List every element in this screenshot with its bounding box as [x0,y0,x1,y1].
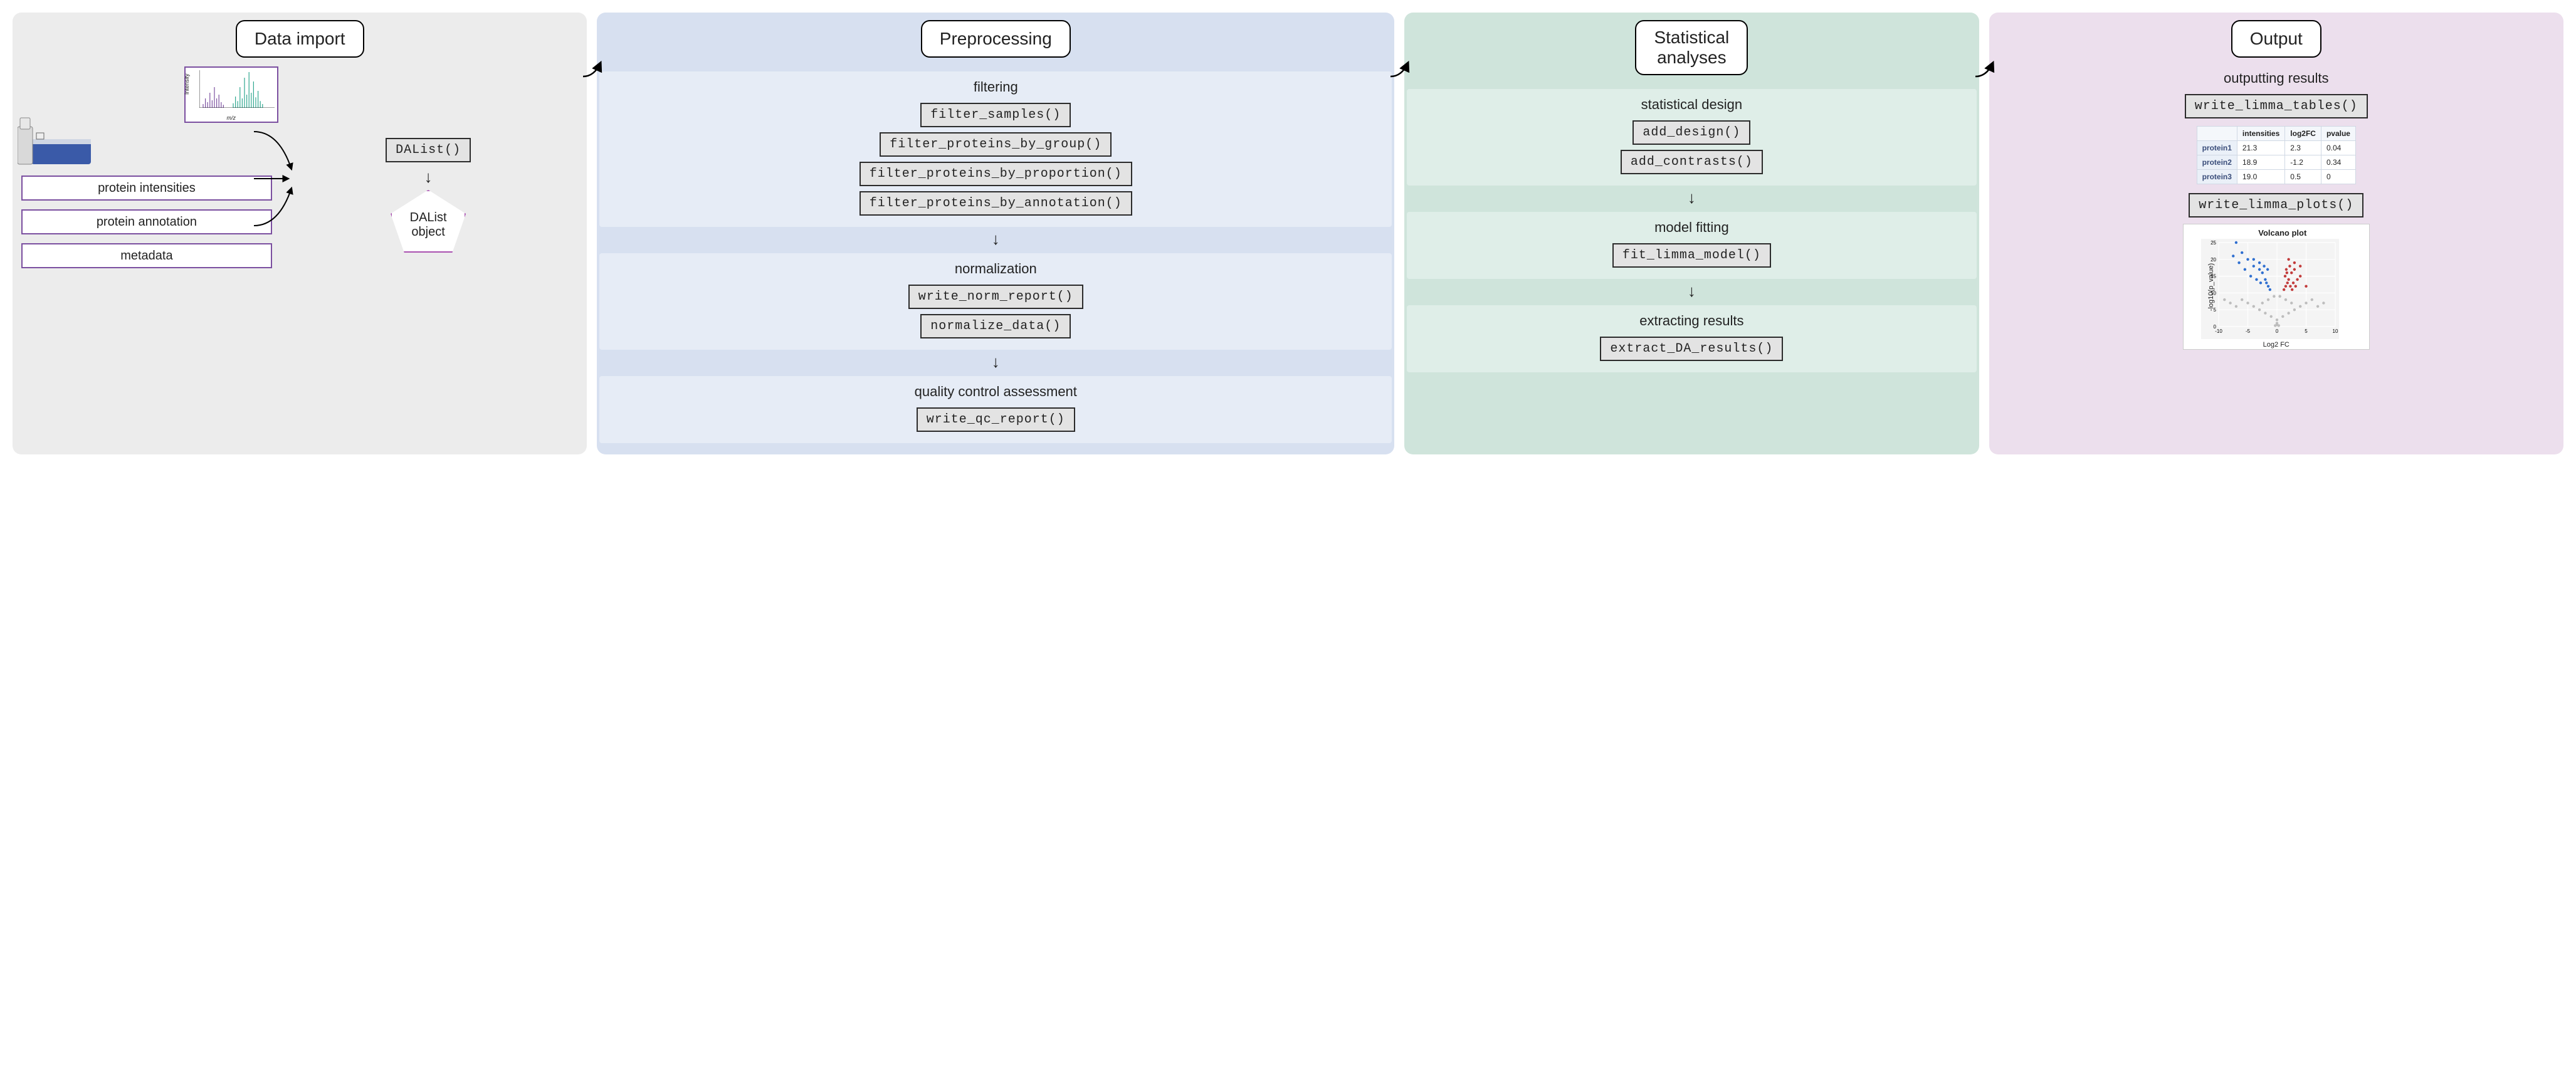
label-extract: extracting results [1413,313,1970,329]
merge-arrows [254,125,304,238]
arrow-icon: ↓ [424,169,433,185]
section-filtering: filtering filter_samples() filter_protei… [599,71,1392,227]
svg-text:-10: -10 [2215,328,2222,334]
arrow-icon: ↓ [992,354,1000,370]
dalist-object: DAList object [391,190,466,253]
table-header-row: intensities log2FC pvalue [2197,127,2355,141]
volcano-plot: Volcano plot -log10(p_value) 0510152025-… [2183,224,2370,350]
col-data-import: Data import Intensity m/z [13,13,587,454]
import-left: Intensity m/z [21,66,272,268]
volcano-xlabel: Log2 FC [2184,341,2369,348]
box-protein-intensities: protein intensities [21,176,272,201]
title-stats: Statistical analyses [1635,20,1748,75]
import-right: DAList() ↓ DAList object [278,66,579,253]
results-table: intensities log2FC pvalue protein121.32.… [2197,126,2356,184]
fn-normalize-data: normalize_data() [920,314,1071,338]
section-fitting: model fitting fit_limma_model() [1407,212,1976,279]
workflow-diagram: Data import Intensity m/z [13,13,2563,454]
fn-add-contrasts: add_contrasts() [1621,150,1763,174]
table-row: protein319.00.50 [2197,170,2355,184]
spectrum-ylabel: Intensity [184,73,190,95]
mass-spectrum-thumbnail: Intensity m/z [184,66,278,123]
col-preprocessing: Preprocessing filtering filter_samples()… [597,13,1394,454]
box-metadata: metadata [21,243,272,268]
fn-filter-proteins-group: filter_proteins_by_group() [880,132,1112,157]
col-stats: Statistical analyses statistical design … [1404,13,1979,454]
arrow-icon: ↓ [992,231,1000,247]
label-normalization: normalization [606,261,1385,277]
arrow-icon: ↓ [1688,189,1696,206]
connector-arrow-icon [1391,56,1413,81]
connector-arrow-icon [1975,56,1998,81]
svg-text:5: 5 [2305,328,2308,334]
title-preproc: Preprocessing [921,20,1071,58]
fn-filter-proteins-prop: filter_proteins_by_proportion() [860,162,1132,186]
spectrum-svg [199,70,275,108]
section-qc: quality control assessment write_qc_repo… [599,376,1392,443]
arrow-icon: ↓ [1688,283,1696,299]
svg-text:0: 0 [2276,328,2279,334]
fn-write-qc-report: write_qc_report() [917,407,1075,432]
th-blank [2197,127,2237,141]
volcano-title: Volcano plot [2201,228,2364,238]
th-intensities: intensities [2237,127,2284,141]
fn-fit-limma-model: fit_limma_model() [1612,243,1771,268]
th-log2fc: log2FC [2285,127,2321,141]
fn-write-limma-tables: write_limma_tables() [2185,94,2368,118]
fn-filter-proteins-annot: filter_proteins_by_annotation() [860,191,1132,216]
box-protein-annotation: protein annotation [21,209,272,234]
fn-write-limma-plots: write_limma_plots() [2189,193,2363,217]
title-import: Data import [236,20,364,58]
col-output: Output outputting results write_limma_ta… [1989,13,2563,454]
volcano-ylabel: -log10(p_value) [2207,263,2215,310]
svg-text:-5: -5 [2246,328,2251,334]
table-row: protein121.32.30.04 [2197,141,2355,155]
fn-filter-samples: filter_samples() [920,103,1071,127]
fn-dalist: DAList() [386,138,471,162]
connector-arrow-icon [583,56,606,81]
th-pvalue: pvalue [2321,127,2355,141]
label-design: statistical design [1413,97,1970,113]
fn-write-norm-report: write_norm_report() [908,285,1083,309]
section-extract: extracting results extract_DA_results() [1407,305,1976,372]
label-filtering: filtering [606,79,1385,95]
section-normalization: normalization write_norm_report() normal… [599,253,1392,350]
svg-text:10: 10 [2332,328,2338,334]
svg-text:25: 25 [2211,240,2216,246]
table-row: protein218.9-1.20.34 [2197,155,2355,170]
fn-add-design: add_design() [1632,120,1750,145]
instrument-graphic: Intensity m/z [21,66,272,167]
label-output: outputting results [2224,70,2329,86]
title-output: Output [2231,20,2321,58]
mass-spec-instrument-icon [18,114,93,170]
svg-text:20: 20 [2211,257,2216,263]
section-design: statistical design add_design() add_cont… [1407,89,1976,186]
volcano-svg: 0510152025-10-50510 [2201,239,2339,339]
spectrum-xlabel: m/z [186,115,277,121]
label-fitting: model fitting [1413,219,1970,236]
fn-extract-da-results: extract_DA_results() [1600,337,1783,361]
import-body: Intensity m/z [21,66,578,268]
label-qc: quality control assessment [606,384,1385,400]
